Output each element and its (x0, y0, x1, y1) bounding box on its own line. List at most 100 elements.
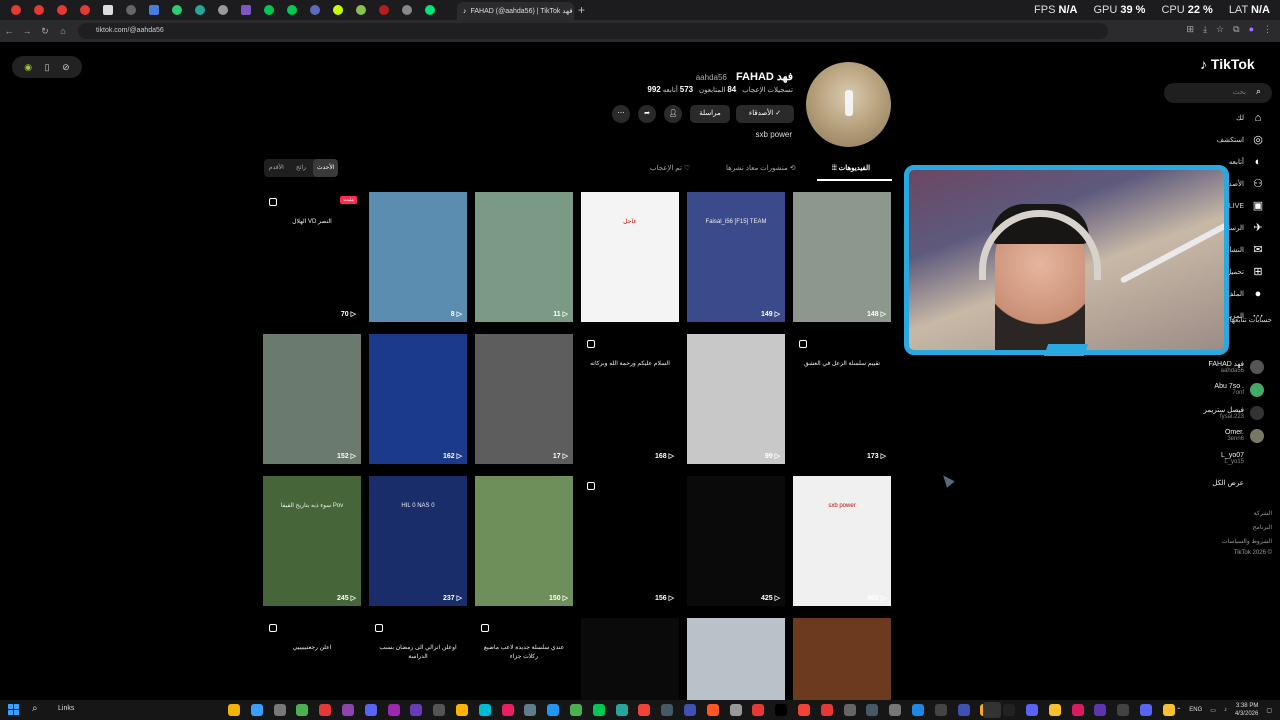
taskbar-app-icon[interactable] (866, 704, 879, 716)
taskbar-app-icon[interactable] (752, 704, 765, 716)
video-tile[interactable]: 99 ▷ (687, 334, 785, 464)
menu-icon[interactable]: ⋮ (1263, 24, 1272, 35)
pinned-tab[interactable] (27, 0, 50, 20)
pinned-tab[interactable] (142, 0, 165, 20)
video-tile[interactable]: السلام عليكم ورحمة الله وبركاته 168 ▷ (581, 334, 679, 464)
pinned-tab[interactable] (395, 0, 418, 20)
taskbar-app-icon[interactable] (250, 704, 263, 716)
following-count[interactable]: 573 (680, 85, 693, 94)
see-all-link[interactable]: عرض الكل (1212, 479, 1264, 487)
following-label[interactable]: أتابعه (663, 87, 678, 94)
forward-icon[interactable]: → (18, 26, 36, 36)
taskbar-app-icon[interactable] (228, 704, 240, 716)
video-tile[interactable]: Faisal_i56 [F15] TEAM 149 ▷ (687, 192, 785, 322)
friends-button[interactable]: الأصدقاء ✓ (736, 105, 794, 123)
taskbar-app-icon[interactable] (387, 704, 400, 716)
sort-latest[interactable]: الأحدث (313, 159, 339, 177)
video-tile[interactable]: 425 ▷ (687, 476, 785, 606)
download-icon[interactable]: ⤓ (1203, 24, 1207, 35)
followers-count[interactable]: 84 (727, 85, 736, 94)
video-tile[interactable]: 11 ▷ (475, 192, 573, 322)
record-icon[interactable]: ◉ (24, 62, 32, 73)
video-tile[interactable]: 17 ▷ (475, 334, 573, 464)
pinned-tab[interactable] (211, 0, 234, 20)
new-tab-button[interactable]: + (578, 3, 585, 17)
sidebar-item-upload[interactable]: تحميل ⊞ (1226, 264, 1264, 280)
video-tile[interactable]: عاجل (581, 192, 679, 322)
footer-link[interactable]: الشروط والسياسات (1222, 538, 1272, 545)
taskbar-app-icon[interactable] (296, 704, 309, 716)
tab-reposts[interactable]: منشورات معاد نشرها ⟲ (726, 164, 796, 172)
video-tile[interactable]: sxb power 403 ▷ (793, 476, 891, 606)
taskbar-app-icon[interactable] (433, 704, 446, 716)
taskbar-app-icon[interactable] (957, 704, 970, 716)
suggested-accounts-button[interactable]: 👤︎ (664, 105, 682, 123)
sidebar-item-following[interactable]: أتابعه ◐ (1229, 154, 1264, 170)
taskbar-app-icon[interactable] (706, 704, 719, 716)
taskbar-app-icon[interactable] (1162, 704, 1175, 716)
video-tile[interactable]: HIL 0 NAS 0 237 ▷ (369, 476, 467, 606)
sidebar-item-foryou[interactable]: لك ⌂ (1236, 110, 1264, 126)
video-tile[interactable]: 148 ▷ (793, 192, 891, 322)
pinned-tab[interactable] (257, 0, 280, 20)
taskbar-app-icon[interactable] (364, 704, 377, 716)
notification-icon[interactable]: ▢ (1266, 707, 1272, 714)
phone-icon[interactable]: ▯ (45, 62, 50, 73)
video-tile[interactable]: اعلن رجعتيييييي (263, 618, 361, 700)
profile-avatar[interactable] (806, 62, 891, 147)
share-button[interactable]: ➦ (638, 105, 656, 123)
compass-icon[interactable]: ⊘ (62, 62, 70, 73)
pinned-tab[interactable] (349, 0, 372, 20)
taskbar-app-icon[interactable] (615, 704, 628, 716)
profile-avatar-icon[interactable]: ● (1249, 24, 1254, 35)
taskbar-app-icon[interactable] (1117, 704, 1130, 716)
taskbar-app-icon[interactable] (478, 704, 491, 716)
taskbar-app-icon[interactable] (684, 704, 696, 716)
pinned-tab[interactable] (418, 0, 441, 20)
video-tile[interactable]: تقييم سلسلة الزعل في العشق 173 ▷ (793, 334, 891, 464)
translate-icon[interactable]: ⊞ (1187, 24, 1195, 35)
links-toolbar[interactable]: Links (58, 705, 74, 712)
taskbar-app-icon[interactable] (547, 704, 560, 716)
taskbar-app-icon[interactable] (638, 704, 651, 716)
search-icon[interactable]: ⌕ (32, 703, 38, 714)
following-account[interactable]: Abu 7so . 7onf (1214, 383, 1264, 397)
footer-link[interactable]: الشركة (1254, 510, 1272, 517)
following-account[interactable]: L_yo07 L_yo15 (1221, 452, 1264, 465)
following-account[interactable]: FAHAD فهد aahda56 (1208, 360, 1264, 374)
pinned-tab[interactable] (303, 0, 326, 20)
pinned-tab[interactable] (372, 0, 395, 20)
url-input[interactable]: tiktok.com/@aahda56 (78, 23, 1108, 39)
language-indicator[interactable]: ENG (1189, 707, 1202, 713)
sort-oldest[interactable]: الأقدم (264, 159, 289, 177)
tab-liked[interactable]: تم الإعجاب ♡ (650, 164, 690, 172)
pinned-tab[interactable] (326, 0, 349, 20)
taskbar-app-icon[interactable] (912, 704, 924, 716)
taskbar-app-icon[interactable] (524, 704, 537, 716)
taskbar-app-icon[interactable] (729, 704, 742, 716)
taskbar-app-icon[interactable] (889, 704, 902, 716)
video-tile[interactable]: Pov سوء ذبه بتاريخ الفيفا 245 ▷ (263, 476, 361, 606)
pinned-tab[interactable] (119, 0, 142, 20)
video-tile[interactable]: 156 ▷ (581, 476, 679, 606)
taskbar-app-icon[interactable] (570, 704, 582, 716)
taskbar-app-icon[interactable] (798, 704, 810, 716)
pinned-tab[interactable] (188, 0, 211, 20)
home-icon[interactable]: ⌂ (54, 26, 72, 36)
following-account[interactable]: فيصل ستريمر fysal.223 (1204, 406, 1264, 420)
tab-videos[interactable]: ⦙⦙⦙ الفيديوهات (832, 164, 870, 173)
sidebar-item-activity[interactable]: النشاط ✉ (1223, 242, 1264, 258)
taskbar-app-icon[interactable] (592, 704, 605, 716)
clock[interactable]: 3:38 PM 4/3/2026 (1235, 702, 1258, 718)
footer-link[interactable]: البرنامج (1253, 524, 1272, 531)
sort-popular[interactable]: رائج (289, 159, 314, 177)
taskbar-app-icon[interactable] (661, 704, 674, 716)
taskbar-app-icon[interactable] (1094, 704, 1107, 716)
message-button[interactable]: مراسلة (690, 105, 730, 123)
video-tile[interactable] (687, 618, 785, 700)
video-tile[interactable]: مثبت النصر VD الهلال 70 ▷ (263, 192, 361, 322)
video-tile[interactable] (793, 618, 891, 700)
pinned-tab[interactable] (96, 0, 119, 20)
volume-icon[interactable]: ♪ (1224, 707, 1227, 713)
video-tile[interactable] (581, 618, 679, 700)
